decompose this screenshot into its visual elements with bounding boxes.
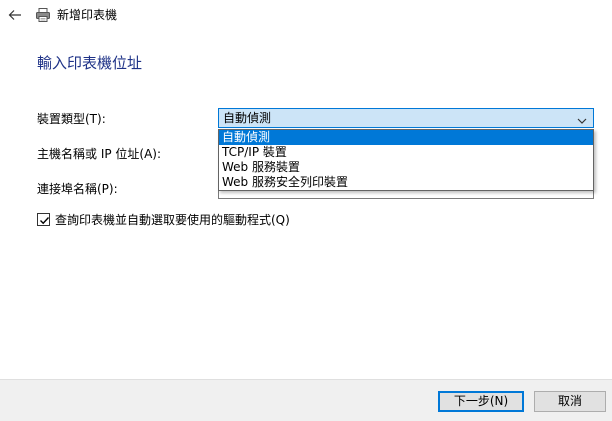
window-title: 新增印表機 [57, 8, 118, 22]
cancel-button[interactable]: 取消 [534, 391, 606, 412]
page-heading: 輸入印表機位址 [37, 54, 143, 72]
device-type-combobox[interactable]: 自動偵測 [218, 108, 594, 128]
dropdown-option-web-services-device[interactable]: Web 服務裝置 [219, 160, 593, 175]
device-type-label: 裝置類型(T): [37, 112, 106, 126]
query-printer-checkbox-label[interactable]: 查詢印表機並自動選取要使用的驅動程式(Q) [55, 212, 290, 228]
footer-bar: 下一步(N) 取消 [0, 379, 612, 421]
port-name-label: 連接埠名稱(P): [37, 182, 118, 196]
query-printer-checkbox[interactable] [37, 213, 50, 226]
chevron-down-icon [577, 114, 587, 124]
hostname-label: 主機名稱或 IP 位址(A): [37, 147, 162, 161]
printer-icon [35, 7, 51, 23]
dropdown-option-web-services-secure-print-device[interactable]: Web 服務安全列印裝置 [219, 175, 593, 190]
dropdown-option-tcpip-device[interactable]: TCP/IP 裝置 [219, 145, 593, 160]
back-arrow-icon[interactable] [8, 8, 22, 22]
dropdown-option-auto-detect[interactable]: 自動偵測 [219, 130, 593, 145]
next-button[interactable]: 下一步(N) [438, 391, 524, 412]
device-type-value: 自動偵測 [223, 111, 272, 125]
checkmark-icon [40, 217, 50, 225]
device-type-dropdown-list[interactable]: 自動偵測 TCP/IP 裝置 Web 服務裝置 Web 服務安全列印裝置 [218, 129, 594, 191]
